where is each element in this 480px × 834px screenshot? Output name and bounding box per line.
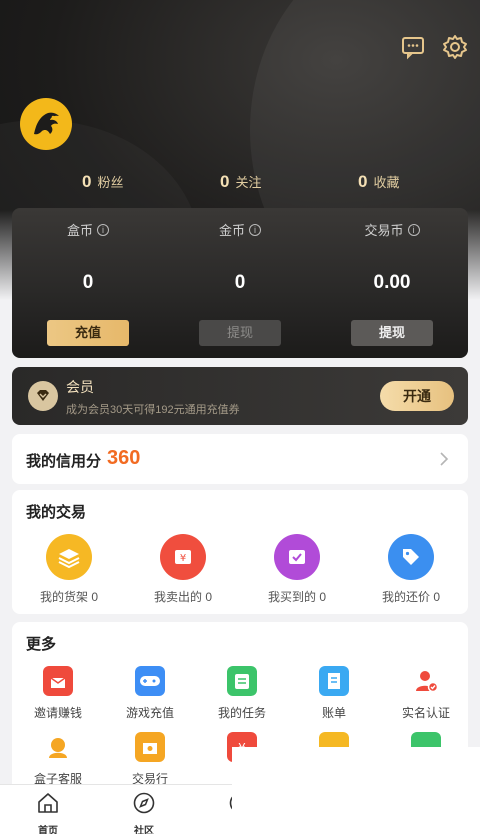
gold-coin-title: 金币 i <box>164 220 316 239</box>
more-item-service[interactable]: 盒子客服 <box>12 732 104 787</box>
following-stat[interactable]: 0 关注 <box>220 172 261 192</box>
vip-subtitle: 成为会员30天可得192元通用充值券 <box>66 404 240 416</box>
chevron-right-icon <box>440 452 449 466</box>
info-icon[interactable]: i <box>407 223 420 236</box>
verify-icon <box>411 666 441 696</box>
tag-icon <box>388 534 434 580</box>
svg-text:¥: ¥ <box>180 553 186 564</box>
gold-coin-column: 金币 i 0 提现 <box>164 208 316 358</box>
service-icon <box>43 732 73 762</box>
gamepad-icon <box>135 666 165 696</box>
box-coin-label: 盒币 <box>66 223 93 238</box>
more-item-game-recharge[interactable]: 游戏充值 <box>104 666 196 721</box>
more-item-label: 游戏充值 <box>125 706 174 720</box>
avatar[interactable] <box>20 98 72 150</box>
fans-stat[interactable]: 0 粉丝 <box>82 172 123 192</box>
sold-icon: ¥ <box>160 534 206 580</box>
tab-home[interactable]: 首页 <box>0 791 96 834</box>
tab-community-label: 社区 <box>134 826 154 834</box>
market-icon <box>135 732 165 762</box>
fans-label: 粉丝 <box>97 175 124 190</box>
home-icon <box>38 793 58 813</box>
box-coin-column: 盒币 i 0 充值 <box>12 208 164 358</box>
profile-stats: 0 粉丝 0 关注 0 收藏 <box>0 172 480 196</box>
bought-icon <box>274 534 320 580</box>
more-item-tasks[interactable]: 我的任务 <box>196 666 288 721</box>
trade-coin-value: 0.00 <box>373 272 411 293</box>
trade-item-sold[interactable]: ¥ 我卖出的 0 <box>126 534 240 605</box>
task-icon <box>227 666 257 696</box>
credit-score-card[interactable]: 我的信用分 360 <box>12 434 468 484</box>
more-item-invite[interactable]: 邀请赚钱 <box>12 666 104 721</box>
trade-item-label: 我的货架 0 <box>39 590 98 604</box>
compass-icon <box>133 792 155 814</box>
following-count: 0 <box>220 172 230 191</box>
tab-community[interactable]: 社区 <box>96 791 192 834</box>
more-item-verify[interactable]: 实名认证 <box>380 666 472 721</box>
invite-icon <box>43 666 73 696</box>
recharge-button[interactable]: 充值 <box>47 320 129 346</box>
dragon-logo-icon <box>34 112 59 135</box>
trade-item-counteroffer[interactable]: 我的还价 0 <box>354 534 468 605</box>
fans-count: 0 <box>82 172 92 191</box>
favorites-stat[interactable]: 0 收藏 <box>358 172 399 192</box>
bill-icon <box>319 666 349 696</box>
credit-score: 360 <box>107 447 141 469</box>
info-icon[interactable]: i <box>249 223 261 236</box>
trade-coin-title: 交易币 i <box>316 220 468 239</box>
header-actions <box>400 34 468 60</box>
tab-home-label: 首页 <box>38 826 58 834</box>
trade-withdraw-button[interactable]: 提现 <box>351 320 433 346</box>
vip-title: 会员 <box>66 379 94 395</box>
info-icon[interactable]: i <box>97 223 109 236</box>
gold-coin-value: 0 <box>234 272 246 293</box>
more-item-market[interactable]: 交易行 <box>104 732 196 787</box>
favorites-count: 0 <box>358 172 368 191</box>
vip-banner[interactable]: 会员 成为会员30天可得192元通用充值券 开通 <box>12 367 468 425</box>
my-trade-card: 我的交易 我的货架 0 ¥ 我卖出的 0 我买到的 0 我的还价 0 <box>12 490 468 614</box>
wallet-card: 盒币 i 0 充值 金币 i 0 提现 交易币 i 0.00 提现 <box>12 208 468 358</box>
trade-item-bought[interactable]: 我买到的 0 <box>240 534 354 605</box>
more-section-title: 更多 <box>26 636 57 653</box>
settings-icon[interactable] <box>442 34 468 60</box>
diamond-icon <box>28 381 58 411</box>
more-item-label: 账单 <box>321 706 346 720</box>
white-overlay <box>232 747 480 834</box>
message-icon[interactable] <box>400 34 426 60</box>
box-coin-value: 0 <box>82 272 94 293</box>
trade-section-title: 我的交易 <box>26 504 87 521</box>
credit-label: 我的信用分 <box>26 453 102 470</box>
trade-item-label: 我的还价 0 <box>381 590 440 604</box>
layers-icon <box>46 534 92 580</box>
box-coin-title: 盒币 i <box>12 220 164 239</box>
more-item-label: 邀请赚钱 <box>33 706 82 720</box>
vip-open-button[interactable]: 开通 <box>380 381 454 411</box>
more-item-label: 实名认证 <box>401 706 450 720</box>
trade-item-label: 我卖出的 0 <box>153 590 212 604</box>
favorites-label: 收藏 <box>373 175 400 190</box>
gold-withdraw-button[interactable]: 提现 <box>199 320 281 346</box>
gold-coin-label: 金币 <box>218 223 245 238</box>
trade-coin-column: 交易币 i 0.00 提现 <box>316 208 468 358</box>
more-item-bill[interactable]: 账单 <box>288 666 380 721</box>
more-item-label: 我的任务 <box>217 706 266 720</box>
trade-coin-label: 交易币 <box>364 223 404 238</box>
trade-item-label: 我买到的 0 <box>267 590 326 604</box>
trade-item-shelf[interactable]: 我的货架 0 <box>12 534 126 605</box>
following-label: 关注 <box>235 175 262 190</box>
